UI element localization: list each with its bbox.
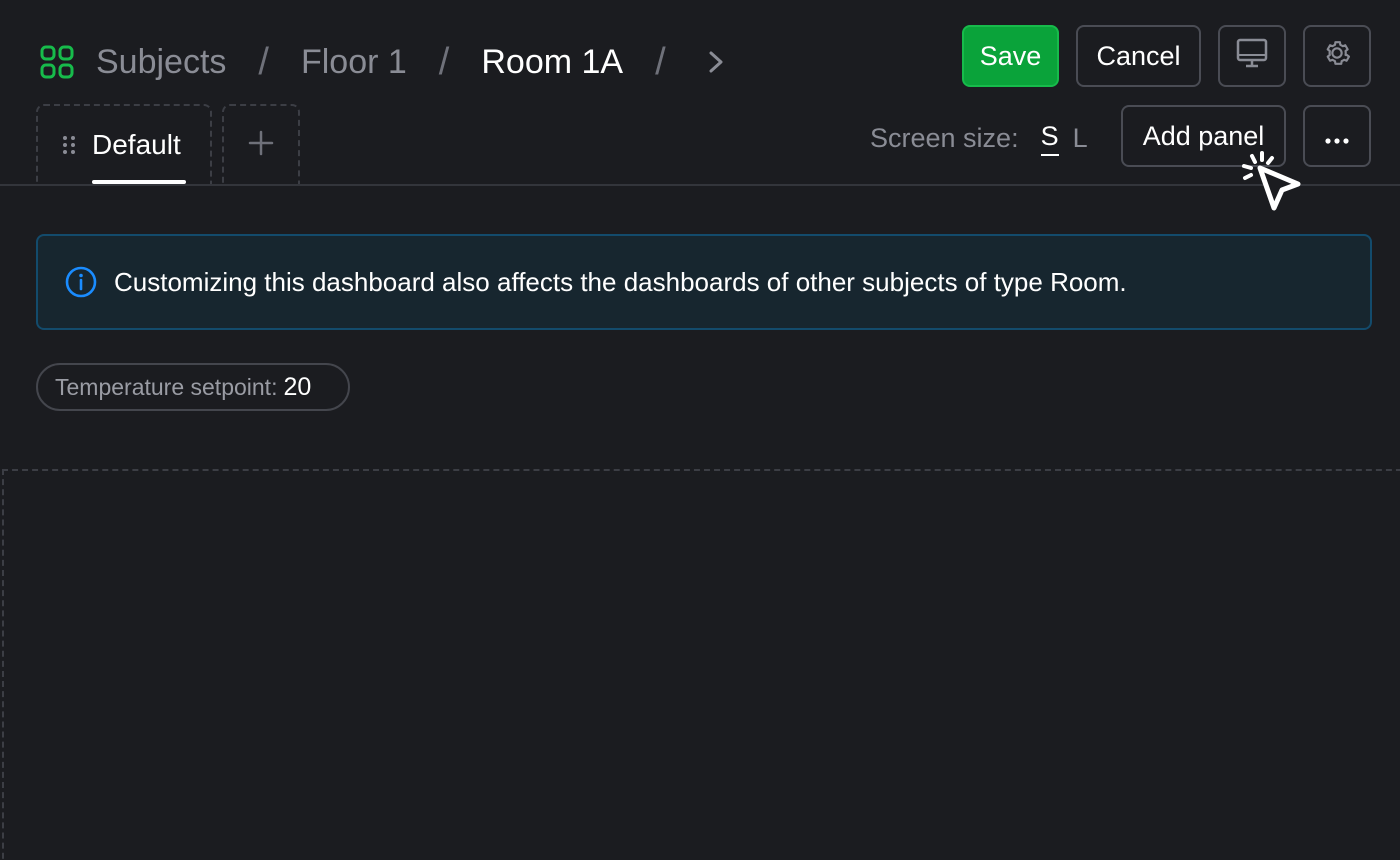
breadcrumb: Subjects / Floor 1 / Room 1A / <box>40 36 726 88</box>
breadcrumb-subjects[interactable]: Subjects <box>96 43 226 82</box>
more-icon <box>1324 121 1350 152</box>
breadcrumb-separator: / <box>438 40 450 83</box>
tab-label: Default <box>92 129 181 160</box>
drag-handle-icon[interactable] <box>62 135 76 155</box>
breadcrumb-separator: / <box>258 40 269 83</box>
plus-icon <box>248 130 274 161</box>
monitor-icon <box>1236 38 1268 75</box>
tab-default[interactable]: Default <box>36 104 212 184</box>
info-banner: Customizing this dashboard also affects … <box>36 234 1372 330</box>
display-mode-button[interactable] <box>1218 25 1286 87</box>
temperature-setpoint-chip[interactable]: Temperature setpoint: 20 <box>36 363 350 411</box>
chevron-right-icon[interactable] <box>706 47 726 77</box>
more-options-button[interactable] <box>1303 105 1371 167</box>
cancel-button[interactable]: Cancel <box>1076 25 1201 87</box>
breadcrumb-separator: / <box>655 40 666 83</box>
screen-size-option-s[interactable]: S <box>1040 121 1059 156</box>
pointer-cursor-icon <box>1242 151 1301 211</box>
add-tab-button[interactable] <box>222 104 300 184</box>
chip-value: 20 <box>283 372 312 401</box>
tabs-divider <box>0 184 1400 186</box>
chip-label: Temperature setpoint: <box>55 373 278 400</box>
settings-button[interactable] <box>1303 25 1371 87</box>
breadcrumb-floor[interactable]: Floor 1 <box>301 43 407 82</box>
screen-size-option-l[interactable]: L <box>1073 123 1088 154</box>
grid-icon[interactable] <box>40 45 74 79</box>
info-icon <box>64 265 98 299</box>
screen-size-selector: Screen size: S L <box>870 118 1088 158</box>
save-button[interactable]: Save <box>962 25 1059 87</box>
dashboard-editor: Subjects / Floor 1 / Room 1A / Save Canc… <box>0 0 1400 860</box>
panel-drop-zone[interactable] <box>2 469 1400 860</box>
breadcrumb-room: Room 1A <box>481 42 624 81</box>
screen-size-label: Screen size: <box>870 122 1019 153</box>
info-banner-text: Customizing this dashboard also affects … <box>114 266 1127 297</box>
gear-icon <box>1321 37 1353 76</box>
